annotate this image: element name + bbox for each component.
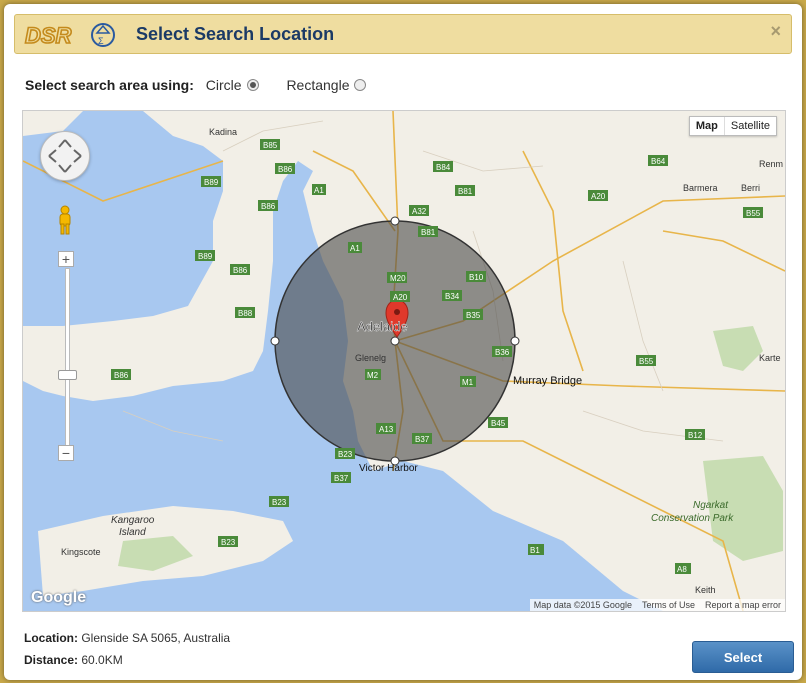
svg-text:B89: B89 bbox=[198, 252, 213, 261]
location-value: Glenside SA 5065, Australia bbox=[81, 631, 231, 645]
map-canvas[interactable]: Kadina Adelaide Glenelg Murray Bridge Vi… bbox=[22, 110, 786, 612]
svg-text:M20: M20 bbox=[390, 274, 406, 283]
zoom-out-button[interactable]: − bbox=[58, 445, 74, 461]
svg-text:Renm: Renm bbox=[759, 159, 783, 169]
svg-text:B86: B86 bbox=[261, 202, 276, 211]
zoom-in-button[interactable]: + bbox=[58, 251, 74, 267]
svg-text:B86: B86 bbox=[278, 165, 293, 174]
svg-text:B37: B37 bbox=[334, 474, 349, 483]
zoom-slider-thumb[interactable] bbox=[58, 370, 77, 380]
svg-text:B84: B84 bbox=[436, 163, 451, 172]
svg-text:B45: B45 bbox=[491, 419, 506, 428]
svg-text:Berri: Berri bbox=[741, 183, 760, 193]
circle-option[interactable]: Circle bbox=[206, 77, 259, 93]
svg-text:Kingscote: Kingscote bbox=[61, 547, 101, 557]
svg-text:B64: B64 bbox=[651, 157, 666, 166]
svg-text:Keith: Keith bbox=[695, 585, 716, 595]
map-attribution: Map data ©2015 Google Terms of Use Repor… bbox=[529, 599, 785, 611]
svg-text:B12: B12 bbox=[688, 431, 703, 440]
svg-text:Σ: Σ bbox=[98, 36, 104, 46]
svg-text:A20: A20 bbox=[393, 293, 408, 302]
close-icon[interactable]: × bbox=[770, 21, 781, 42]
map-data-text: Map data ©2015 Google bbox=[533, 600, 632, 610]
location-label: Location: bbox=[24, 631, 78, 645]
svg-text:Adelaide: Adelaide bbox=[357, 319, 408, 334]
distance-label: Distance: bbox=[24, 653, 79, 667]
svg-text:B85: B85 bbox=[263, 141, 278, 150]
svg-text:B81: B81 bbox=[458, 187, 473, 196]
distance-info: Distance: 60.0KM bbox=[24, 653, 123, 667]
svg-text:Island: Island bbox=[119, 527, 146, 538]
svg-text:Kadina: Kadina bbox=[209, 127, 237, 137]
svg-text:Ngarkat: Ngarkat bbox=[693, 500, 729, 511]
svg-text:Glenelg: Glenelg bbox=[355, 353, 386, 363]
svg-text:B86: B86 bbox=[233, 266, 248, 275]
search-mode-row: Select search area using: Circle Rectang… bbox=[25, 77, 390, 93]
svg-text:Murray Bridge: Murray Bridge bbox=[513, 375, 582, 387]
svg-text:M2: M2 bbox=[367, 371, 379, 380]
rectangle-radio[interactable] bbox=[354, 79, 367, 91]
svg-text:B1: B1 bbox=[530, 546, 540, 555]
svg-text:A8: A8 bbox=[677, 565, 687, 574]
svg-text:Barmera: Barmera bbox=[683, 183, 718, 193]
svg-text:Kangaroo: Kangaroo bbox=[111, 515, 155, 526]
report-map-error-link[interactable]: Report a map error bbox=[705, 600, 781, 610]
google-logo: Google bbox=[31, 589, 87, 606]
map-type-map-button[interactable]: Map bbox=[690, 117, 725, 135]
svg-text:B36: B36 bbox=[495, 348, 510, 357]
svg-text:M1: M1 bbox=[462, 378, 474, 387]
location-info: Location: Glenside SA 5065, Australia bbox=[24, 631, 230, 645]
svg-text:B86: B86 bbox=[114, 371, 129, 380]
svg-text:B55: B55 bbox=[639, 357, 654, 366]
map-type-satellite-button[interactable]: Satellite bbox=[725, 117, 776, 135]
svg-text:Victor Harbor: Victor Harbor bbox=[359, 463, 418, 474]
svg-text:B23: B23 bbox=[272, 498, 287, 507]
svg-text:Conservation Park: Conservation Park bbox=[651, 513, 734, 524]
dsr-logo: DSR Σ bbox=[24, 22, 115, 49]
svg-text:DSR: DSR bbox=[25, 23, 72, 48]
map-graphic[interactable]: Kadina Adelaide Glenelg Murray Bridge Vi… bbox=[23, 111, 785, 611]
zoom-slider-track[interactable] bbox=[65, 268, 70, 446]
select-location-dialog: DSR Σ Select Search Location × Select se… bbox=[4, 4, 802, 680]
svg-text:A1: A1 bbox=[350, 244, 360, 253]
svg-text:B23: B23 bbox=[221, 538, 236, 547]
svg-text:A13: A13 bbox=[379, 425, 394, 434]
svg-text:B23: B23 bbox=[338, 450, 353, 459]
circle-radio[interactable] bbox=[246, 79, 259, 91]
select-button[interactable]: Select bbox=[692, 641, 794, 673]
svg-text:A1: A1 bbox=[314, 186, 324, 195]
pan-control-icon[interactable] bbox=[40, 131, 90, 181]
map-type-control: Map Satellite bbox=[688, 116, 777, 136]
svg-text:A20: A20 bbox=[591, 192, 606, 201]
svg-text:B35: B35 bbox=[466, 311, 481, 320]
search-mode-label: Select search area using: bbox=[25, 77, 194, 93]
svg-text:B55: B55 bbox=[746, 209, 761, 218]
svg-text:A32: A32 bbox=[412, 207, 427, 216]
circle-option-label: Circle bbox=[205, 77, 242, 93]
svg-text:B10: B10 bbox=[469, 273, 484, 282]
distance-value: 60.0KM bbox=[81, 653, 123, 667]
rectangle-option[interactable]: Rectangle bbox=[286, 77, 367, 93]
street-view-pegman-icon[interactable] bbox=[56, 204, 74, 236]
svg-text:B34: B34 bbox=[445, 292, 460, 301]
terms-of-use-link[interactable]: Terms of Use bbox=[642, 600, 695, 610]
dialog-title: Select Search Location bbox=[136, 24, 335, 44]
svg-text:B37: B37 bbox=[415, 435, 430, 444]
svg-text:B81: B81 bbox=[421, 228, 436, 237]
svg-text:B89: B89 bbox=[204, 178, 219, 187]
svg-text:B88: B88 bbox=[238, 309, 253, 318]
svg-text:Karte: Karte bbox=[759, 353, 781, 363]
rectangle-option-label: Rectangle bbox=[286, 77, 350, 93]
dialog-header: DSR Σ Select Search Location × bbox=[14, 14, 792, 54]
